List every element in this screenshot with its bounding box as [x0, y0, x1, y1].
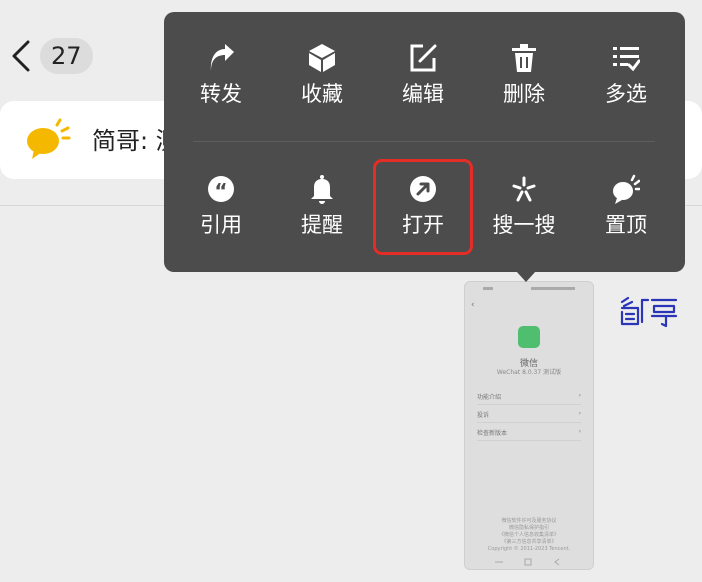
menu-item-label: 收藏	[301, 82, 343, 106]
trash-icon	[512, 44, 536, 72]
thumbnail-row: 投诉 ›	[477, 410, 581, 423]
favorite-box-icon	[309, 44, 335, 72]
bell-icon	[311, 175, 333, 204]
menu-item-label: 多选	[605, 82, 647, 106]
menu-item-search[interactable]: 搜一搜	[474, 174, 574, 250]
chat-screen: 27 简哥: 测 ‹ 微信 WeChat 8.0.37 测试版 功能介绍 › 投…	[0, 0, 702, 582]
edit-icon	[410, 44, 437, 72]
menu-item-label: 引用	[200, 213, 242, 237]
thumbnail-footer-line: 《第三方信息共享清单》	[501, 539, 557, 545]
menu-item-quote[interactable]: “ 引用	[171, 174, 271, 250]
thumbnail-footer: 微信软件许可及服务协议 微信隐私保护指引 《微信个人信息收集清单》 《第三方信息…	[465, 518, 593, 553]
thumbnail-row-label: 功能介绍	[477, 394, 502, 401]
thumbnail-footer-line: 《微信个人信息收集清单》	[498, 532, 559, 538]
unread-count-badge[interactable]: 27	[40, 38, 93, 74]
multi-select-icon	[613, 47, 640, 72]
chevron-right-icon: ›	[578, 392, 581, 399]
thumbnail-footer-line: 微信软件许可及服务协议	[501, 518, 557, 524]
sun-bubble-icon	[27, 118, 71, 159]
menu-item-label: 提醒	[301, 213, 343, 237]
highlight-annotation	[373, 159, 473, 255]
chevron-right-icon: ›	[578, 428, 581, 435]
menu-item-label: 转发	[200, 82, 242, 106]
handwritten-signature	[620, 296, 678, 328]
menu-item-label: 搜一搜	[492, 213, 556, 237]
thumbnail-row: 功能介绍 ›	[477, 392, 581, 405]
thumbnail-footer-line: 微信隐私保护指引	[508, 525, 549, 531]
pin-top-icon	[613, 174, 640, 204]
thumbnail-row-label: 投诉	[477, 412, 490, 419]
menu-item-label: 置顶	[605, 213, 647, 237]
menu-pointer	[516, 271, 536, 282]
image-message-thumbnail[interactable]: ‹ 微信 WeChat 8.0.37 测试版 功能介绍 › 投诉 › 检查新版本…	[464, 281, 594, 570]
menu-item-label: 删除	[503, 82, 545, 106]
chevron-right-icon: ›	[578, 410, 581, 417]
quote-icon: “	[208, 176, 234, 203]
wechat-logo-icon	[518, 326, 540, 348]
thumbnail-row: 检查新版本 ›	[477, 428, 581, 441]
thumbnail-row-label: 检查新版本	[477, 430, 508, 437]
menu-item-label: 编辑	[402, 82, 444, 106]
status-bar-icon	[483, 287, 575, 290]
nav-bar-icon	[495, 558, 560, 566]
menu-item-forward[interactable]: 转发	[171, 43, 271, 119]
menu-item-favorite[interactable]: 收藏	[272, 43, 372, 119]
menu-row-divider	[193, 141, 655, 142]
back-icon[interactable]	[8, 38, 36, 74]
menu-item-pin[interactable]: 置顶	[576, 174, 676, 250]
thumbnail-footer-line: Copyright © 2011-2023 Tencent.	[487, 546, 571, 552]
menu-item-delete[interactable]: 删除	[474, 43, 574, 119]
menu-item-edit[interactable]: 编辑	[373, 43, 473, 119]
menu-item-multi-select[interactable]: 多选	[576, 43, 676, 119]
menu-item-remind[interactable]: 提醒	[272, 174, 372, 250]
sparkle-search-icon	[512, 176, 536, 202]
thumbnail-version: WeChat 8.0.37 测试版	[496, 369, 562, 376]
forward-icon	[210, 44, 234, 71]
svg-text:“: “	[214, 179, 227, 203]
thumbnail-back-icon: ‹	[471, 300, 475, 310]
